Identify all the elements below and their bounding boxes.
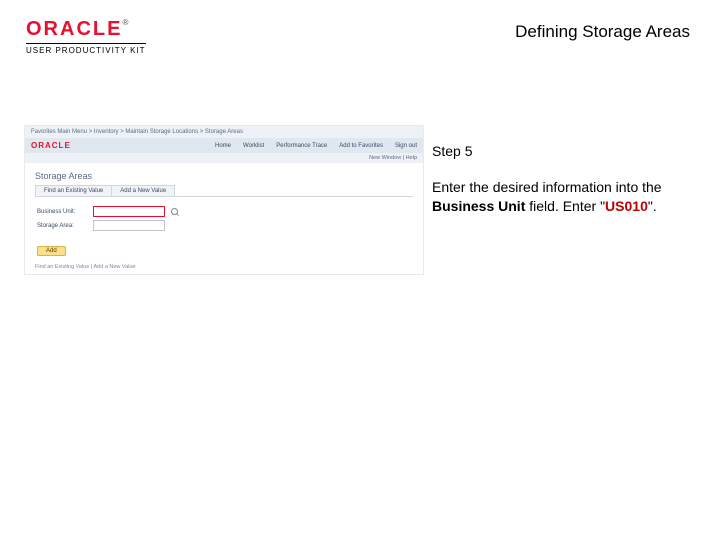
- menu-home[interactable]: Home: [215, 143, 231, 149]
- oracle-wordmark: ORACLE: [26, 18, 122, 40]
- tab-find-existing[interactable]: Find an Existing Value: [35, 185, 112, 196]
- app-topbar: ORACLE Home Worklist Performance Trace A…: [25, 138, 423, 153]
- instr-field-name: Business Unit: [432, 198, 525, 214]
- instruction-text: Enter the desired information into the B…: [432, 178, 690, 216]
- userline: New Window | Help: [25, 153, 423, 163]
- storage-area-field[interactable]: [93, 220, 165, 231]
- instr-seg2: field. Enter ": [525, 198, 605, 214]
- trademark: ®: [122, 18, 128, 27]
- menu-worklist[interactable]: Worklist: [243, 143, 264, 149]
- footer-links: Find an Existing Value | Add a New Value: [35, 264, 136, 270]
- app-oracle-logo: ORACLE: [31, 141, 71, 150]
- tabs: Find an Existing Value Add a New Value: [35, 185, 413, 197]
- menu-add-fav[interactable]: Add to Favorites: [339, 143, 383, 149]
- brand-logo: ORACLE® USER PRODUCTIVITY KIT: [26, 18, 146, 55]
- add-button[interactable]: Add: [37, 246, 66, 256]
- row-storage-area: Storage Area:: [37, 220, 411, 231]
- lookup-icon[interactable]: [171, 208, 179, 216]
- menu-signout[interactable]: Sign out: [395, 143, 417, 149]
- instr-seg1: Enter the desired information into the: [432, 179, 662, 195]
- label-storage-area: Storage Area:: [37, 223, 87, 229]
- label-business-unit: Business Unit:: [37, 209, 87, 215]
- menu-perf-trace[interactable]: Performance Trace: [276, 143, 327, 149]
- section-heading: Storage Areas: [25, 163, 423, 185]
- row-business-unit: Business Unit:: [37, 206, 411, 217]
- instr-seg3: ".: [648, 198, 657, 214]
- business-unit-field[interactable]: [93, 206, 165, 217]
- topbar-menu: Home Worklist Performance Trace Add to F…: [215, 143, 417, 149]
- form: Business Unit: Storage Area:: [25, 197, 423, 240]
- app-screenshot: Favorites Main Menu > Inventory > Mainta…: [24, 125, 424, 275]
- step-label: Step 5: [432, 143, 472, 159]
- instr-value: US010: [605, 198, 648, 214]
- brand-subtitle: USER PRODUCTIVITY KIT: [26, 43, 146, 55]
- breadcrumb: Favorites Main Menu > Inventory > Mainta…: [25, 126, 423, 138]
- tab-add-new[interactable]: Add a New Value: [112, 185, 175, 196]
- page-title: Defining Storage Areas: [515, 22, 690, 42]
